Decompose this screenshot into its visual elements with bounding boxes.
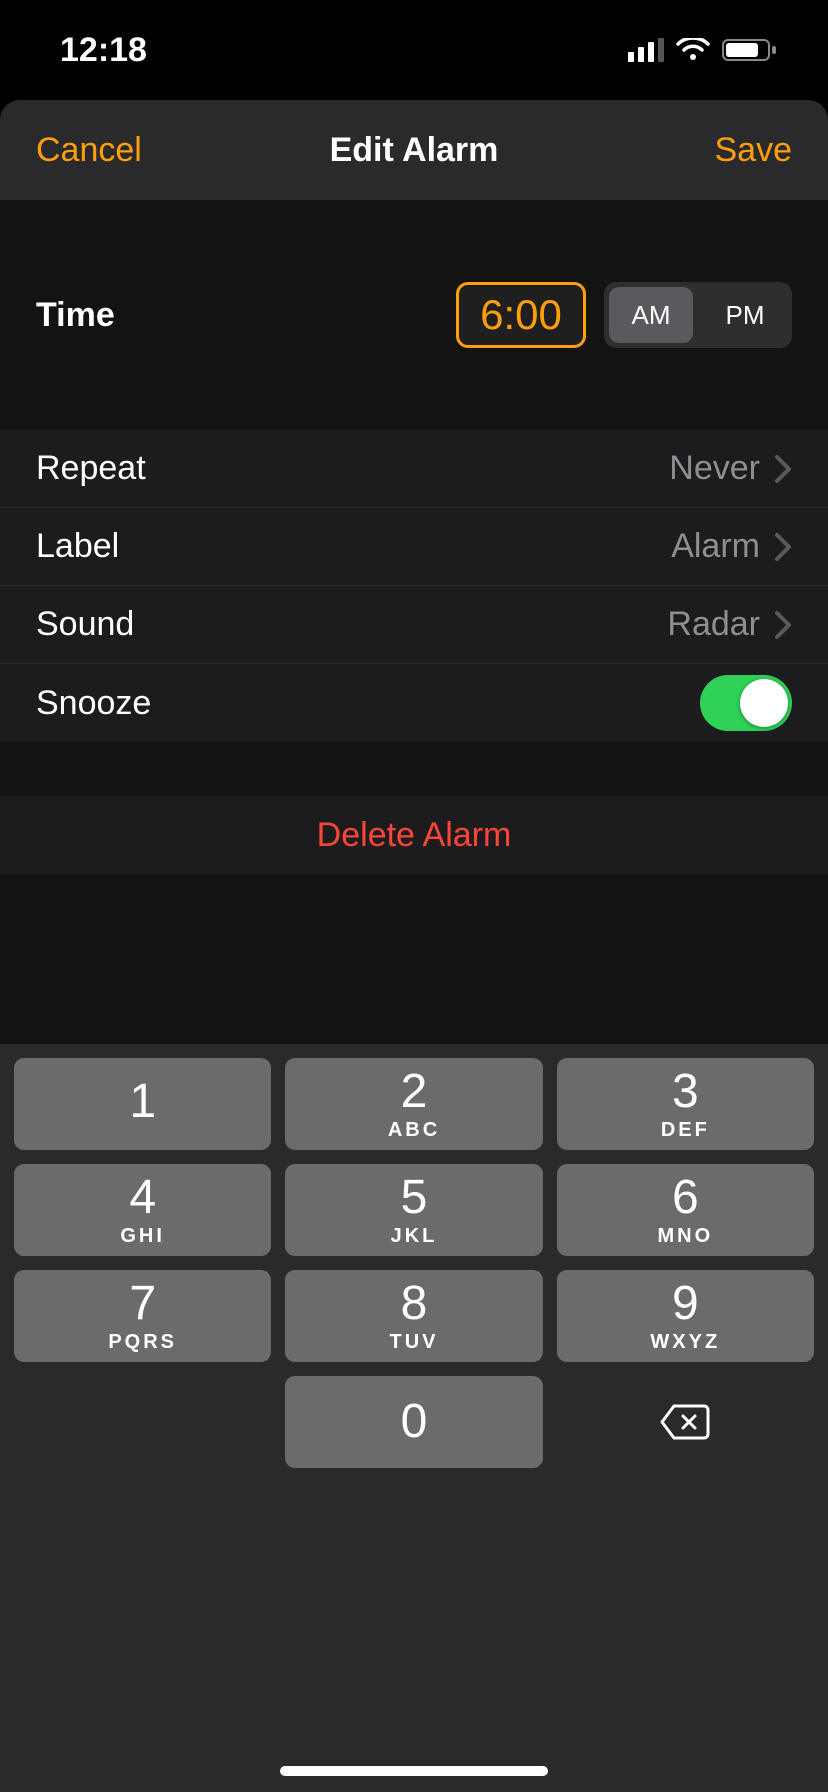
key-2[interactable]: 2 ABC (285, 1058, 542, 1150)
list-spacer (0, 742, 828, 796)
key-digit: 2 (401, 1068, 428, 1116)
edit-alarm-sheet: Cancel Edit Alarm Save Time 6:00 AM PM R… (0, 100, 828, 1792)
key-digit: 6 (672, 1174, 699, 1222)
sound-label: Sound (36, 605, 667, 644)
cancel-label: Cancel (36, 131, 142, 170)
chevron-right-icon (774, 454, 792, 484)
key-letters: MNO (657, 1226, 713, 1246)
repeat-label: Repeat (36, 449, 669, 488)
key-9[interactable]: 9 WXYZ (557, 1270, 814, 1362)
save-label: Save (715, 131, 793, 170)
nav-bar: Cancel Edit Alarm Save (0, 100, 828, 200)
key-0[interactable]: 0 (285, 1376, 542, 1468)
home-indicator[interactable] (280, 1766, 548, 1776)
key-digit: 0 (401, 1398, 428, 1446)
key-6[interactable]: 6 MNO (557, 1164, 814, 1256)
key-letters: DEF (661, 1120, 710, 1140)
key-letters: JKL (391, 1226, 438, 1246)
ampm-pm[interactable]: PM (703, 287, 787, 343)
key-7[interactable]: 7 PQRS (14, 1270, 271, 1362)
label-label: Label (36, 527, 671, 566)
settings-list: Repeat Never Label Alarm Sound Radar Sno… (0, 430, 828, 742)
time-section: Time 6:00 AM PM (0, 200, 828, 430)
key-blank (14, 1376, 271, 1468)
key-digit: 9 (672, 1280, 699, 1328)
chevron-right-icon (774, 532, 792, 562)
key-3[interactable]: 3 DEF (557, 1058, 814, 1150)
cancel-button[interactable]: Cancel (36, 100, 142, 200)
key-letters: WXYZ (650, 1332, 720, 1352)
wifi-icon (676, 38, 710, 62)
cellular-icon (628, 38, 664, 62)
row-label[interactable]: Label Alarm (0, 508, 828, 586)
status-time: 12:18 (60, 31, 147, 70)
key-letters: PQRS (108, 1332, 177, 1352)
numeric-keypad: 1 2 ABC 3 DEF 4 GHI 5 JKL 6 MN (0, 1044, 828, 1792)
ampm-am[interactable]: AM (609, 287, 693, 343)
time-picker[interactable]: 6:00 (456, 282, 586, 348)
time-value: 6:00 (480, 291, 562, 339)
sound-value: Radar (667, 605, 760, 644)
chevron-right-icon (774, 610, 792, 640)
key-digit: 5 (401, 1174, 428, 1222)
time-label: Time (36, 296, 456, 335)
snooze-toggle[interactable] (700, 675, 792, 731)
key-digit: 1 (129, 1078, 156, 1126)
save-button[interactable]: Save (715, 100, 793, 200)
toggle-knob (740, 679, 788, 727)
status-bar: 12:18 (0, 0, 828, 100)
repeat-value: Never (669, 449, 760, 488)
key-digit: 3 (672, 1068, 699, 1116)
key-8[interactable]: 8 TUV (285, 1270, 542, 1362)
bottom-spacer (0, 874, 828, 1044)
key-5[interactable]: 5 JKL (285, 1164, 542, 1256)
key-digit: 4 (129, 1174, 156, 1222)
snooze-label: Snooze (36, 684, 700, 723)
page-title: Edit Alarm (330, 131, 499, 170)
label-value: Alarm (671, 527, 760, 566)
delete-label: Delete Alarm (317, 816, 512, 855)
battery-icon (722, 38, 778, 62)
key-letters: TUV (389, 1332, 438, 1352)
key-letters: ABC (388, 1120, 440, 1140)
row-sound[interactable]: Sound Radar (0, 586, 828, 664)
status-icons (628, 38, 778, 62)
key-backspace[interactable] (557, 1376, 814, 1468)
key-digit: 8 (401, 1280, 428, 1328)
ampm-am-label: AM (632, 300, 671, 331)
backspace-icon (659, 1403, 711, 1441)
key-digit: 7 (129, 1280, 156, 1328)
delete-alarm-button[interactable]: Delete Alarm (0, 796, 828, 874)
key-letters: GHI (120, 1226, 165, 1246)
ampm-segmented[interactable]: AM PM (604, 282, 792, 348)
row-repeat[interactable]: Repeat Never (0, 430, 828, 508)
ampm-pm-label: PM (726, 300, 765, 331)
key-1[interactable]: 1 (14, 1058, 271, 1150)
row-snooze: Snooze (0, 664, 828, 742)
key-4[interactable]: 4 GHI (14, 1164, 271, 1256)
